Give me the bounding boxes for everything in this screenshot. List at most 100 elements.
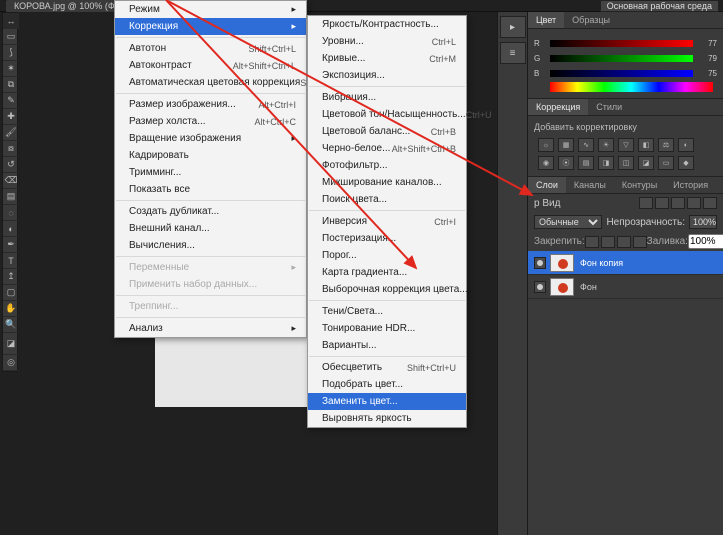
lock-pixels-icon[interactable] [601, 236, 615, 248]
fill-input[interactable] [688, 234, 723, 249]
image-menu-item[interactable]: Создать дубликат... [115, 203, 306, 220]
image-menu-item[interactable]: Анализ [115, 320, 306, 337]
stamp-tool[interactable]: ⧇ [3, 141, 19, 157]
image-menu-item[interactable]: АвтотонShift+Ctrl+L [115, 40, 306, 57]
blend-mode-select[interactable]: Обычные [534, 215, 602, 229]
image-menu-item[interactable]: Размер изображения...Alt+Ctrl+I [115, 96, 306, 113]
image-menu-item[interactable]: Автоматическая цветовая коррекцияShift+C… [115, 74, 306, 91]
filter-type-icon[interactable] [671, 197, 685, 209]
eyedropper-tool[interactable]: ✎ [3, 93, 19, 109]
curves-icon[interactable]: ∿ [578, 138, 594, 152]
image-menu-item[interactable]: Режим [115, 1, 306, 18]
marquee-tool[interactable]: ▭ [3, 29, 19, 45]
adjustments-menu-item[interactable]: Вибрация... [308, 89, 466, 106]
workspace-switcher[interactable]: Основная рабочая среда [600, 0, 719, 12]
adjustments-menu-item[interactable]: Тени/Света... [308, 303, 466, 320]
channel-mixer-icon[interactable]: ⦿ [558, 156, 574, 170]
magic-wand-tool[interactable]: ✶ [3, 61, 19, 77]
image-menu-item[interactable]: АвтоконтрастAlt+Shift+Ctrl+L [115, 57, 306, 74]
history-panel-icon[interactable]: ≡ [500, 42, 526, 64]
opacity-input[interactable] [689, 215, 717, 229]
gradient-tool[interactable]: ▤ [3, 189, 19, 205]
dodge-tool[interactable]: ◐ [3, 221, 19, 237]
adjustments-menu-item[interactable]: Выровнять яркость [308, 410, 466, 427]
foreground-background-swatch[interactable]: ◪ [3, 333, 19, 355]
tab-styles[interactable]: Стили [588, 99, 630, 115]
blur-tool[interactable]: ◌ [3, 205, 19, 221]
filter-adjustment-icon[interactable] [655, 197, 669, 209]
image-menu-item[interactable]: Вращение изображения [115, 130, 306, 147]
brush-tool[interactable]: 🖌 [3, 125, 19, 141]
image-menu-item[interactable]: Кадрировать [115, 147, 306, 164]
layer-row-copy[interactable]: Фон копия [528, 251, 723, 275]
adjustments-menu-item[interactable]: Выборочная коррекция цвета... [308, 281, 466, 298]
adjustments-menu-item[interactable]: Карта градиента... [308, 264, 466, 281]
image-menu-item[interactable]: Вычисления... [115, 237, 306, 254]
adjustments-menu-item[interactable]: Уровни...Ctrl+L [308, 33, 466, 50]
hue-sat-icon[interactable]: ◧ [638, 138, 654, 152]
adjustments-menu-item[interactable]: Фотофильтр... [308, 157, 466, 174]
levels-icon[interactable]: ▦ [558, 138, 574, 152]
adjustments-menu-item[interactable]: Заменить цвет... [308, 393, 466, 410]
image-menu-item[interactable]: Коррекция [115, 18, 306, 35]
adjustments-menu-item[interactable]: Поиск цвета... [308, 191, 466, 208]
posterize-icon[interactable]: ◫ [618, 156, 634, 170]
tab-paths[interactable]: Контуры [614, 177, 665, 193]
adjustments-menu-item[interactable]: Микширование каналов... [308, 174, 466, 191]
adjustments-menu-item[interactable]: Цветовой баланс...Ctrl+B [308, 123, 466, 140]
vibrance-icon[interactable]: ▽ [618, 138, 634, 152]
quickmask-toggle[interactable]: ◎ [3, 355, 19, 371]
crop-tool[interactable]: ⧉ [3, 77, 19, 93]
adjustments-menu-item[interactable]: Порог... [308, 247, 466, 264]
path-select-tool[interactable]: ↥ [3, 269, 19, 285]
green-slider[interactable] [550, 55, 693, 62]
brightness-contrast-icon[interactable]: ☼ [538, 138, 554, 152]
adjustments-menu-item[interactable]: Черно-белое...Alt+Shift+Ctrl+B [308, 140, 466, 157]
adjustments-menu-item[interactable]: Яркость/Контрастность... [308, 16, 466, 33]
blue-slider[interactable] [550, 70, 693, 77]
tab-corrections[interactable]: Коррекция [528, 99, 588, 115]
move-tool[interactable]: ↔ [3, 13, 19, 29]
adjustments-menu-item[interactable]: ИнверсияCtrl+I [308, 213, 466, 230]
red-slider[interactable] [550, 40, 693, 47]
image-menu-item[interactable]: Тримминг... [115, 164, 306, 181]
adjustments-menu-item[interactable]: Варианты... [308, 337, 466, 354]
expand-panel-icon[interactable]: ▸ [500, 16, 526, 38]
lock-position-icon[interactable] [617, 236, 631, 248]
lock-transparency-icon[interactable] [585, 236, 599, 248]
adjustments-menu-item[interactable]: Цветовой тон/Насыщенность...Ctrl+U [308, 106, 466, 123]
visibility-toggle-icon[interactable] [534, 281, 546, 293]
pen-tool[interactable]: ✒ [3, 237, 19, 253]
hand-tool[interactable]: ✋ [3, 301, 19, 317]
color-ramp[interactable] [550, 82, 713, 92]
filter-smart-icon[interactable] [703, 197, 717, 209]
bw-icon[interactable]: ◐ [678, 138, 694, 152]
image-menu-item[interactable]: Показать все [115, 181, 306, 198]
lasso-tool[interactable]: ⟆ [3, 45, 19, 61]
tab-color[interactable]: Цвет [528, 12, 564, 28]
shape-tool[interactable]: ▢ [3, 285, 19, 301]
lock-all-icon[interactable] [633, 236, 647, 248]
type-tool[interactable]: T [3, 253, 19, 269]
history-brush-tool[interactable]: ↺ [3, 157, 19, 173]
tab-layers[interactable]: Слои [528, 177, 566, 193]
exposure-icon[interactable]: ☀ [598, 138, 614, 152]
zoom-tool[interactable]: 🔍 [3, 317, 19, 333]
tab-swatches[interactable]: Образцы [564, 12, 618, 28]
gradient-map-icon[interactable]: ▭ [658, 156, 674, 170]
adjustments-menu-item[interactable]: Кривые...Ctrl+M [308, 50, 466, 67]
filter-pixel-icon[interactable] [639, 197, 653, 209]
visibility-toggle-icon[interactable] [534, 257, 546, 269]
layer-row-background[interactable]: Фон [528, 275, 723, 299]
healing-brush-tool[interactable]: ✚ [3, 109, 19, 125]
selective-color-icon[interactable]: ◆ [678, 156, 694, 170]
threshold-icon[interactable]: ◪ [638, 156, 654, 170]
invert-icon[interactable]: ◨ [598, 156, 614, 170]
adjustments-menu-item[interactable]: Подобрать цвет... [308, 376, 466, 393]
adjustments-menu-item[interactable]: Тонирование HDR... [308, 320, 466, 337]
color-balance-icon[interactable]: ⚖ [658, 138, 674, 152]
tab-channels[interactable]: Каналы [566, 177, 614, 193]
filter-shape-icon[interactable] [687, 197, 701, 209]
adjustments-menu-item[interactable]: Постеризация... [308, 230, 466, 247]
color-lookup-icon[interactable]: ▤ [578, 156, 594, 170]
